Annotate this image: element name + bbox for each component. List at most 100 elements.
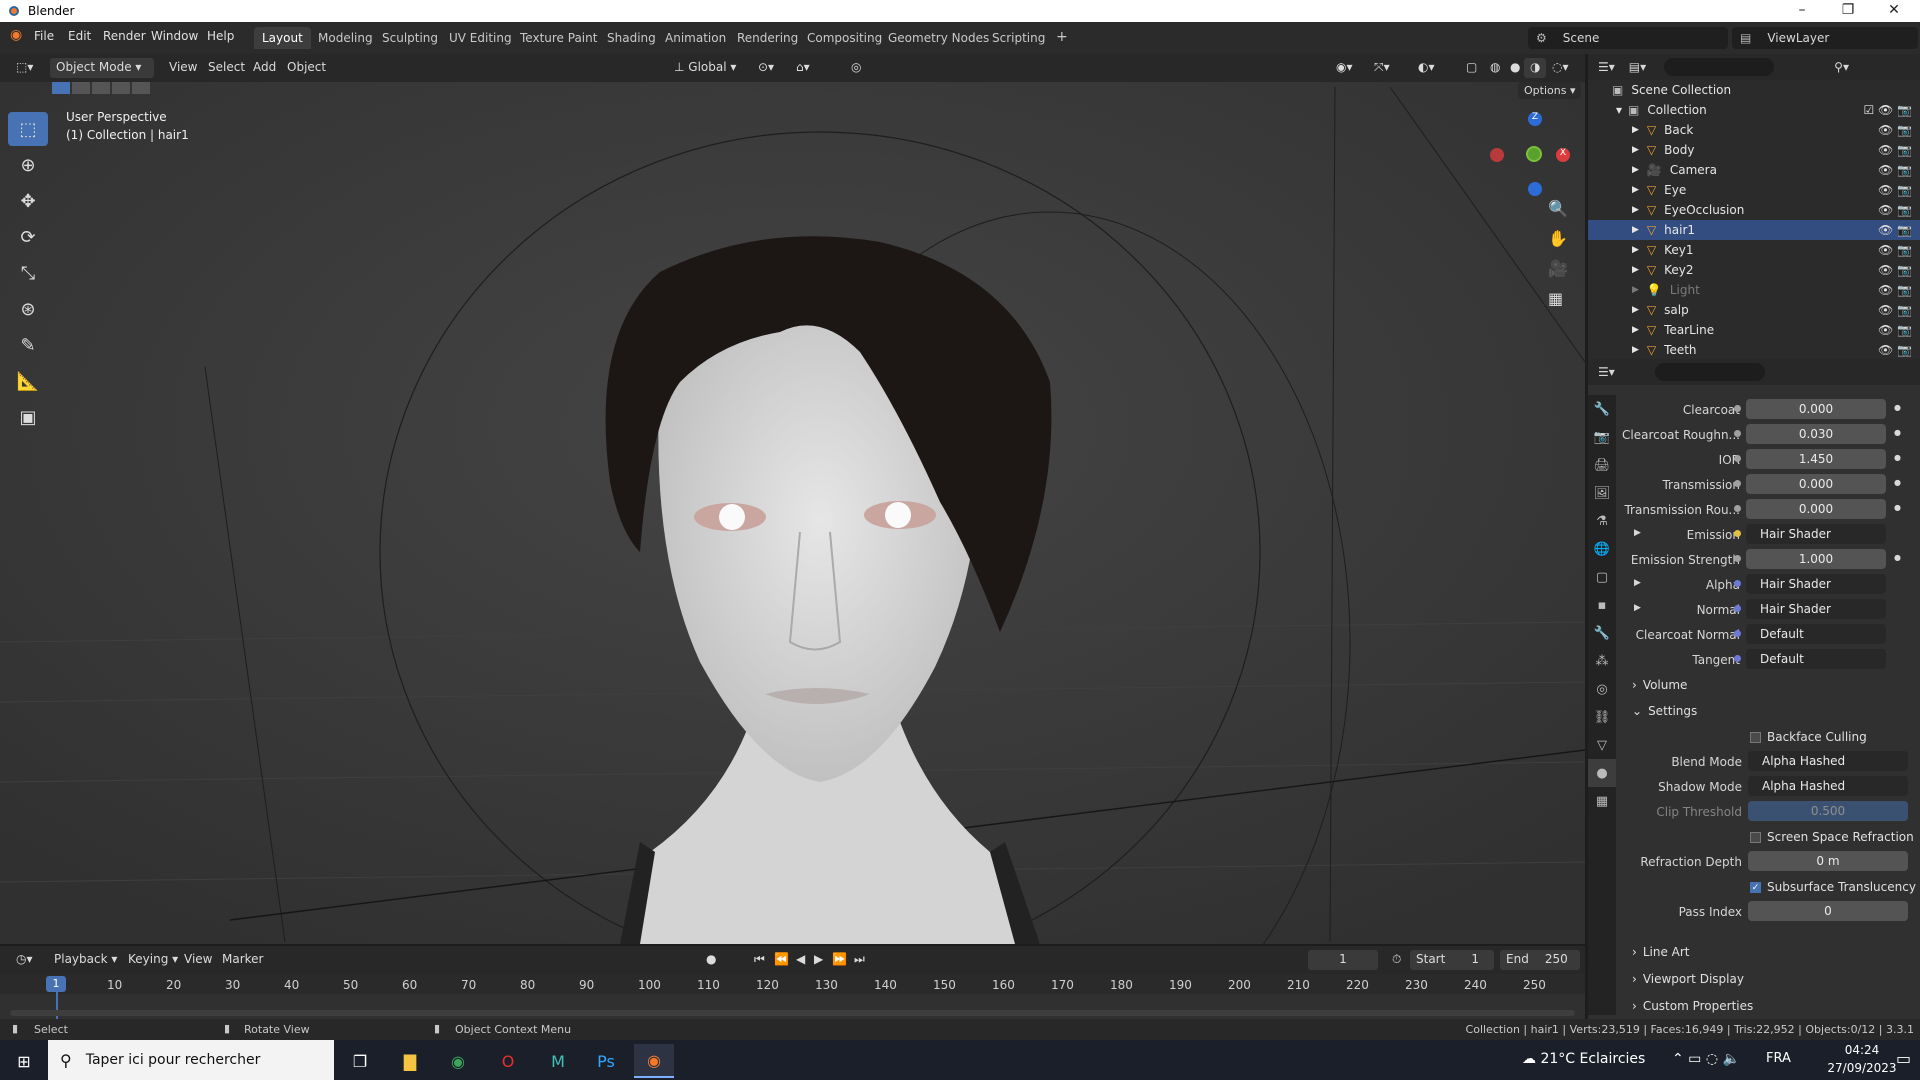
tab-scripting[interactable]: Scripting xyxy=(984,27,1053,49)
clock-icon[interactable]: ⏱ xyxy=(1386,950,1407,970)
outliner-item[interactable]: ▶ ▽ Teeth 👁 📷 xyxy=(1588,340,1920,360)
keyframe-dot-icon[interactable]: ● xyxy=(1894,428,1901,437)
expand-arrow-icon[interactable]: ▶ xyxy=(1632,285,1639,295)
tab-rendering[interactable]: Rendering xyxy=(729,27,806,49)
3d-viewport[interactable]: ⬚ ⊕ ✥ ⟳ ⤡ ⊛ ✎ 📐 ▣ User Perspective (1) C… xyxy=(0,82,1585,944)
particles-tab-icon[interactable]: ⁂ xyxy=(1588,647,1616,675)
menu-view[interactable]: View xyxy=(163,58,203,78)
minimize-icon[interactable]: – xyxy=(1782,2,1822,18)
world-tab-icon[interactable]: 🌐 xyxy=(1588,535,1616,563)
menu-select[interactable]: Select xyxy=(202,58,251,78)
keyframe-dot-icon[interactable]: ● xyxy=(1894,553,1901,562)
keying-menu[interactable]: Keying ▾ xyxy=(122,950,184,970)
ortho-grid-icon[interactable]: ▦ xyxy=(1548,284,1568,314)
outliner-editor-icon[interactable]: ☰▾ xyxy=(1598,60,1615,74)
display-mode-icon[interactable]: ▤▾ xyxy=(1629,60,1646,74)
expand-arrow-icon[interactable]: ▶ xyxy=(1632,305,1639,315)
timeline-track[interactable]: 1 10 20 30 40 50 60 70 80 90 100 110 120 130 140 150 16… xyxy=(0,974,1585,1022)
outliner-item[interactable]: ▶ ▽ Key2 👁 📷 xyxy=(1588,260,1920,280)
visibility-toggle-icons[interactable]: 👁 📷 xyxy=(1878,303,1912,317)
menu-window[interactable]: Window xyxy=(151,29,198,43)
menu-add[interactable]: Add xyxy=(247,58,282,78)
menu-help[interactable]: Help xyxy=(207,29,234,43)
render-tab-icon[interactable]: 📷 xyxy=(1588,423,1616,451)
overlay-icon[interactable]: ◐▾ xyxy=(1412,58,1441,78)
clock-date[interactable]: 27/09/2023 xyxy=(1826,1061,1898,1075)
tab-uv-editing[interactable]: UV Editing xyxy=(441,27,520,49)
scale-tool-icon[interactable]: ⤡ xyxy=(8,256,48,290)
refraction-depth-field[interactable]: 0 m xyxy=(1748,851,1908,871)
marker-menu[interactable]: Marker xyxy=(216,950,269,970)
backface-culling-checkbox[interactable] xyxy=(1750,731,1761,743)
property-value[interactable]: Hair Shader xyxy=(1734,599,1886,619)
proportional-icon[interactable]: ◎ xyxy=(845,58,867,78)
property-value[interactable]: 0.000 xyxy=(1734,499,1886,519)
tab-texture-paint[interactable]: Texture Paint xyxy=(512,27,605,49)
scene-tab-icon[interactable]: ⚗ xyxy=(1588,507,1616,535)
modifier-tab-icon[interactable]: 🔧 xyxy=(1588,619,1616,647)
line-art-section[interactable]: › Line Art xyxy=(1618,941,1918,963)
outliner-item[interactable]: ▶ ▽ TearLine 👁 📷 xyxy=(1588,320,1920,340)
visibility-toggle-icons[interactable]: 👁 📷 xyxy=(1878,143,1912,157)
timeline-view-menu[interactable]: View xyxy=(178,950,218,970)
property-value[interactable]: Hair Shader xyxy=(1734,524,1886,544)
tab-shading[interactable]: Shading xyxy=(599,27,664,49)
outliner-item[interactable]: ▶ ▽ salp 👁 📷 xyxy=(1588,300,1920,320)
clock-time[interactable]: 04:24 xyxy=(1832,1043,1892,1057)
expand-arrow-icon[interactable]: ▶ xyxy=(1632,325,1639,335)
view-layer-tab-icon[interactable]: 🖼 xyxy=(1588,479,1616,507)
gizmo-icon[interactable]: ⤧▾ xyxy=(1368,58,1396,78)
outliner-item[interactable]: ▶ ▽ Back 👁 📷 xyxy=(1588,120,1920,140)
outliner-item[interactable]: ▶ ▽ EyeOcclusion 👁 📷 xyxy=(1588,200,1920,220)
expand-arrow-icon[interactable]: ▶ xyxy=(1632,345,1639,355)
expand-socket-icon[interactable]: ▶ xyxy=(1634,528,1641,538)
outliner-item[interactable]: ▶ ▽ Body 👁 📷 xyxy=(1588,140,1920,160)
menu-edit[interactable]: Edit xyxy=(68,29,91,43)
blender-taskbar-icon[interactable]: ◉ xyxy=(634,1044,674,1078)
properties-editor-icon[interactable]: ☰▾ xyxy=(1598,365,1615,379)
output-tab-icon[interactable]: 🖨 xyxy=(1588,451,1616,479)
pass-index-field[interactable]: 0 xyxy=(1748,901,1908,921)
property-value[interactable]: Default xyxy=(1734,624,1886,644)
xray-icon[interactable]: ▢ xyxy=(1460,58,1483,78)
transform-tool-icon[interactable]: ⊛ xyxy=(8,292,48,326)
collection-visibility-icons[interactable]: ☑ 👁 📷 xyxy=(1863,103,1912,117)
pivot-icon[interactable]: ⊙▾ xyxy=(752,58,780,78)
collection-tab-icon[interactable]: ▢ xyxy=(1588,563,1616,591)
jump-end-icon[interactable]: ⏭ xyxy=(848,950,871,970)
tab-animation[interactable]: Animation xyxy=(657,27,734,49)
expand-arrow-icon[interactable]: ▶ xyxy=(1632,165,1639,175)
property-value[interactable]: 1.000 xyxy=(1734,549,1886,569)
gizmo-z-icon[interactable]: Z xyxy=(1528,112,1542,126)
select-intersect-icon[interactable] xyxy=(132,82,150,94)
select-extend-icon[interactable] xyxy=(72,82,90,94)
timeline-editor-icon[interactable]: ◷▾ xyxy=(10,950,39,970)
gizmo-x-icon[interactable]: X xyxy=(1556,148,1570,162)
outliner-item[interactable]: ▶ ▽ hair1 👁 📷 xyxy=(1588,220,1920,240)
ssr-row[interactable]: Screen Space Refraction xyxy=(1618,826,1918,848)
keyframe-dot-icon[interactable]: ● xyxy=(1894,403,1901,412)
ssr-checkbox[interactable] xyxy=(1750,831,1761,843)
tab-sculpting[interactable]: Sculpting xyxy=(374,27,446,49)
tab-compositing[interactable]: Compositing xyxy=(799,27,890,49)
outliner-search-input[interactable] xyxy=(1664,58,1775,76)
task-view-icon[interactable]: ❐ xyxy=(340,1044,380,1078)
property-value[interactable]: 0.000 xyxy=(1734,474,1886,494)
visibility-toggle-icons[interactable]: 👁 📷 xyxy=(1878,323,1912,337)
cursor-tool-icon[interactable]: ⊕ xyxy=(8,148,48,182)
select-invert-icon[interactable] xyxy=(112,82,130,94)
select-subtract-icon[interactable] xyxy=(92,82,110,94)
gizmo-y-icon[interactable] xyxy=(1526,146,1542,162)
expand-socket-icon[interactable]: ▶ xyxy=(1634,578,1641,588)
view-layer-selector[interactable]: ▤ ViewLayer xyxy=(1732,27,1918,49)
outliner-item[interactable]: ▶ 🎥 Camera 👁 📷 xyxy=(1588,160,1920,180)
subsurface-row[interactable]: ✓ Subsurface Translucency xyxy=(1618,876,1918,898)
language-indicator[interactable]: FRA xyxy=(1766,1051,1791,1066)
texture-tab-icon[interactable]: ▦ xyxy=(1588,787,1616,815)
property-value[interactable]: Default xyxy=(1734,649,1886,669)
visibility-toggle-icons[interactable]: 👁 📷 xyxy=(1878,263,1912,277)
record-icon[interactable]: ● xyxy=(700,950,722,970)
file-explorer-icon[interactable]: ▇ xyxy=(390,1044,430,1078)
timeline-scrollbar[interactable] xyxy=(10,1010,1575,1016)
property-value[interactable]: 1.450 xyxy=(1734,449,1886,469)
